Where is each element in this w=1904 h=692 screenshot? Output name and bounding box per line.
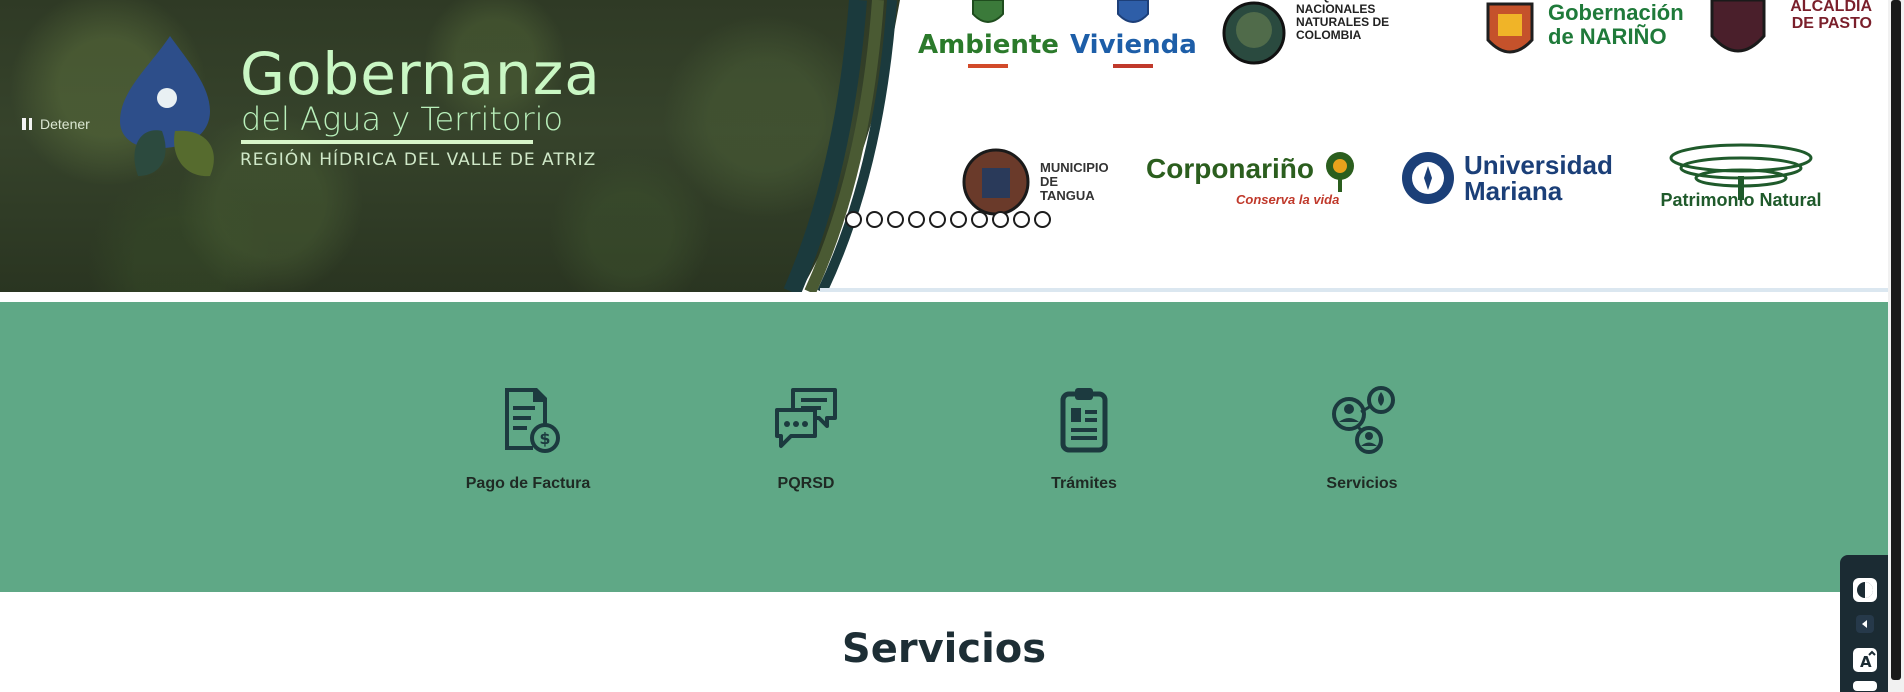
carousel-dot[interactable] (971, 211, 988, 228)
logo-corponarino[interactable]: Corponariño Conserva la vida (1146, 146, 1360, 207)
chat-bubbles-icon (775, 388, 837, 448)
hero-banner: Gobernanza del Agua y Territorio REGIÓN … (0, 0, 1888, 292)
text-size-button[interactable]: A (1852, 647, 1878, 673)
carousel-dot[interactable] (1013, 211, 1030, 228)
scrollbar-thumb[interactable] (1891, 0, 1901, 680)
logo-patrimonio-natural[interactable]: Patrimonio Natural (1656, 140, 1826, 211)
logo-mariana-text: Universidad Mariana (1464, 150, 1613, 206)
quick-access-bar: $ Pago de Factura PQRSD Trámites Servici… (0, 302, 1888, 592)
quick-link-label: Trámites (1051, 475, 1117, 492)
sun-leaf-icon (1326, 152, 1354, 192)
logo-vivienda[interactable]: Vivienda (1070, 0, 1197, 68)
page-scrollbar[interactable] (1888, 0, 1904, 692)
clipboard-document-icon (1060, 388, 1108, 453)
users-services-icon (1332, 386, 1395, 454)
logo-ambiente-underline (968, 64, 1009, 68)
quick-link-tramites[interactable]: Trámites (974, 384, 1194, 493)
carousel-dot[interactable] (845, 211, 862, 228)
pause-icon (22, 118, 32, 130)
carousel-dot[interactable] (908, 211, 925, 228)
accessibility-option-icon (1853, 681, 1877, 691)
university-seal-icon (1402, 152, 1454, 204)
logo-gobernacion-narino[interactable]: Gobernación de NARIÑO (1484, 0, 1684, 64)
contrast-toggle-button[interactable] (1852, 577, 1878, 603)
logo-corponarino-text: Corponariño (1146, 153, 1314, 184)
logo-tangua[interactable]: MUNICIPIO DE TANGUA (960, 146, 1109, 218)
colombia-shield-icon (1117, 0, 1150, 23)
carousel-dot[interactable] (929, 211, 946, 228)
quick-link-label: Servicios (1326, 475, 1398, 492)
logo-patrimonio-text: Patrimonio Natural (1660, 190, 1822, 210)
quick-link-label: PQRSD (777, 475, 835, 492)
services-section-title: Servicios (841, 626, 1047, 672)
contrast-icon (1853, 578, 1877, 602)
carousel-dot[interactable] (1034, 211, 1051, 228)
logo-parques-nacionales[interactable]: PARQUES NACIONALES NATURALES DE COLOMBIA (1222, 0, 1436, 66)
quick-link-servicios[interactable]: Servicios (1252, 384, 1472, 493)
carousel-dot[interactable] (992, 211, 1009, 228)
logo-ambiente-text: Ambiente (918, 30, 1059, 60)
colombia-shield-icon (972, 0, 1005, 23)
svg-text:A: A (1860, 653, 1872, 671)
brand-region: REGIÓN HÍDRICA DEL VALLE DE ATRIZ (240, 150, 597, 170)
pasto-shield-icon (1710, 0, 1766, 53)
water-drop-leaf-icon (120, 36, 214, 177)
hero-divider (820, 288, 1888, 292)
logo-vivienda-underline (1113, 64, 1154, 68)
logo-ambiente[interactable]: Ambiente (918, 0, 1059, 68)
carousel-dot[interactable] (950, 211, 967, 228)
quick-link-pqrsd[interactable]: PQRSD (696, 384, 916, 493)
logo-tangua-text: MUNICIPIO DE TANGUA (1040, 160, 1109, 203)
narino-shield-icon (1486, 2, 1534, 54)
logo-pasto-text: ALCALDÍA DE PASTO (1790, 0, 1872, 32)
svg-text:$: $ (539, 429, 550, 448)
logo-universidad-mariana[interactable]: Universidad Mariana (1400, 150, 1613, 206)
brand-subtitle: del Agua y Territorio (241, 100, 564, 138)
carousel-dots (845, 211, 1051, 228)
logo-alcaldia-pasto[interactable]: ALCALDÍA DE PASTO (1706, 0, 1872, 64)
more-accessibility-button[interactable] (1852, 681, 1878, 691)
carousel-pause-button[interactable]: Detener (22, 116, 90, 132)
tangua-seal-icon (962, 148, 1030, 216)
collapse-toolbar-button[interactable] (1856, 615, 1874, 633)
logo-parques-text: PARQUES NACIONALES NATURALES DE COLOMBIA (1296, 0, 1390, 42)
accessibility-toolbar: A (1840, 555, 1888, 692)
pause-label: Detener (40, 116, 90, 132)
carousel-dot[interactable] (887, 211, 904, 228)
carousel-dot[interactable] (866, 211, 883, 228)
logo-narino-text: Gobernación de NARIÑO (1548, 0, 1684, 49)
logo-vivienda-text: Vivienda (1070, 30, 1197, 60)
quick-link-pago-factura[interactable]: $ Pago de Factura (418, 384, 638, 493)
invoice-payment-icon: $ (505, 388, 560, 453)
brand-title: Gobernanza (240, 40, 601, 108)
parques-seal-icon (1222, 1, 1286, 65)
logo-corponarino-slogan: Conserva la vida (1236, 192, 1340, 207)
caret-left-icon (1856, 615, 1874, 633)
quick-link-label: Pago de Factura (465, 475, 591, 492)
brand-logo[interactable]: Gobernanza del Agua y Territorio REGIÓN … (110, 36, 630, 186)
text-size-icon: A (1853, 648, 1877, 672)
brand-divider (241, 140, 533, 144)
